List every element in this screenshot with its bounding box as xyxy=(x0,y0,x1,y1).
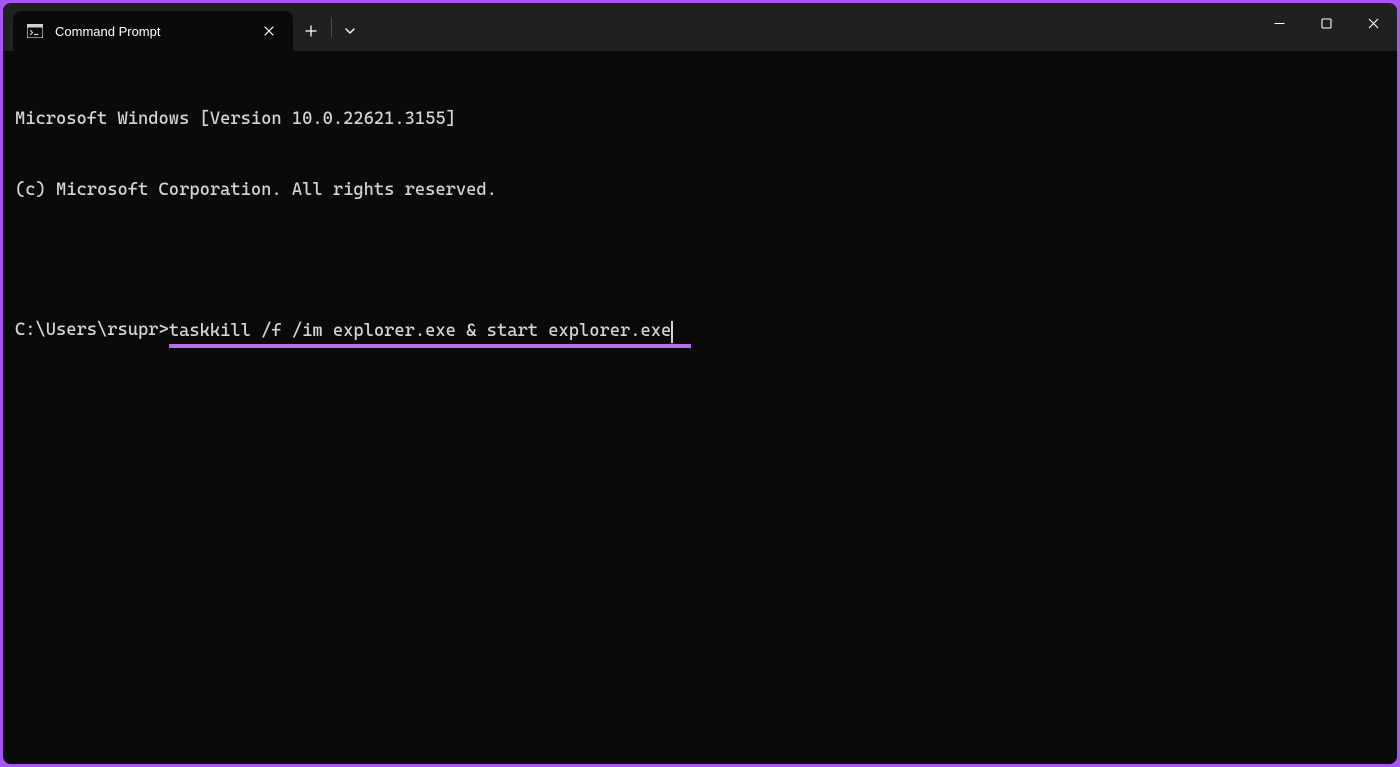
blank-line xyxy=(15,249,1385,272)
command-wrap: taskkill /f /im explorer.exe & start exp… xyxy=(169,319,673,344)
tab-divider xyxy=(331,17,332,37)
terminal-body[interactable]: Microsoft Windows [Version 10.0.22621.31… xyxy=(3,51,1397,764)
window-controls xyxy=(1256,3,1397,43)
prompt-line: C:\Users\rsupr>taskkill /f /im explorer.… xyxy=(15,319,1385,344)
command-prompt-icon xyxy=(27,24,43,38)
tab-active[interactable]: Command Prompt xyxy=(13,11,293,51)
tab-title: Command Prompt xyxy=(55,24,247,39)
tab-dropdown-button[interactable] xyxy=(334,11,366,51)
terminal-window: Command Prompt xyxy=(3,3,1397,764)
new-tab-button[interactable] xyxy=(293,11,329,51)
text-cursor xyxy=(671,321,673,343)
command-highlight-underline xyxy=(169,344,691,348)
close-window-button[interactable] xyxy=(1350,3,1397,43)
prompt-text: C:\Users\rsupr> xyxy=(15,319,169,344)
terminal-output-line: Microsoft Windows [Version 10.0.22621.31… xyxy=(15,108,1385,132)
terminal-output-line: (c) Microsoft Corporation. All rights re… xyxy=(15,179,1385,203)
maximize-button[interactable] xyxy=(1303,3,1350,43)
minimize-button[interactable] xyxy=(1256,3,1303,43)
close-tab-button[interactable] xyxy=(259,21,279,41)
titlebar[interactable]: Command Prompt xyxy=(3,3,1397,51)
command-text: taskkill /f /im explorer.exe & start exp… xyxy=(169,321,671,341)
